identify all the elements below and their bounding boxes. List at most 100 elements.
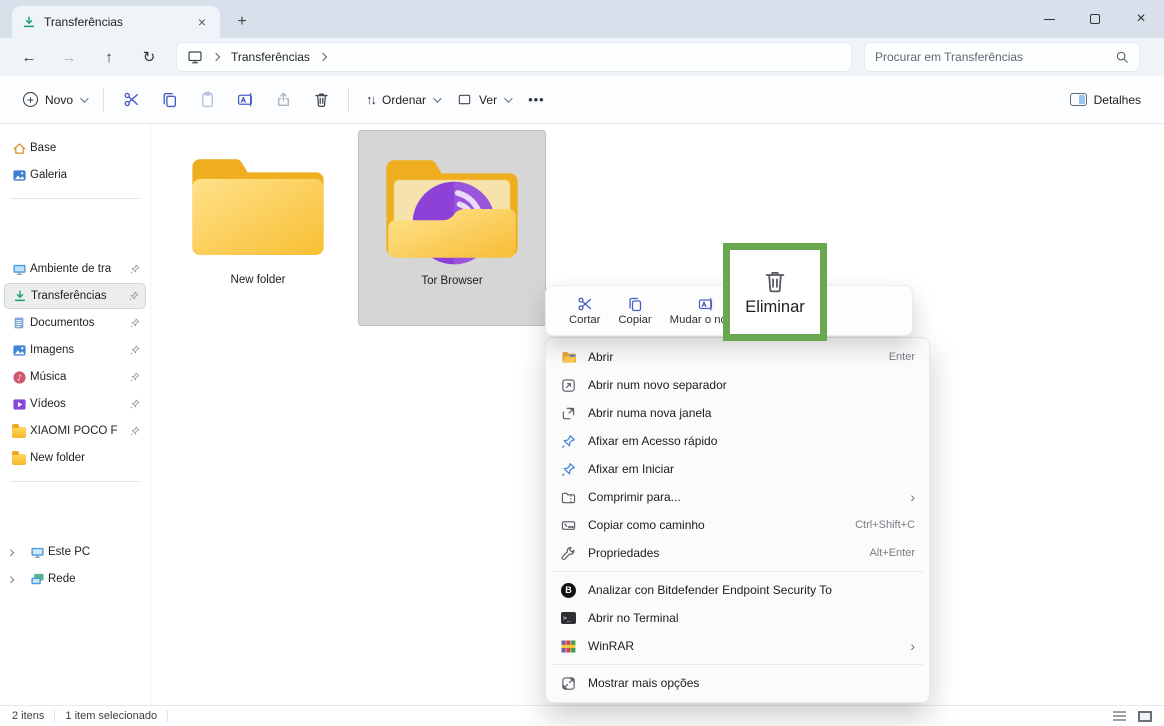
maximize-button[interactable] — [1072, 0, 1118, 38]
context-copy-button[interactable]: Copiar — [609, 293, 660, 329]
sidebar-item-label: Imagens — [30, 344, 128, 356]
close-button[interactable]: × — [1118, 0, 1164, 38]
rename-button[interactable] — [226, 82, 264, 118]
menu-item-afixar-acesso-rapido[interactable]: Afixar em Acesso rápido — [550, 427, 925, 455]
sidebar-item-este-pc[interactable]: Este PC — [22, 539, 146, 565]
sidebar-divider — [10, 481, 140, 482]
breadcrumb-segment[interactable]: Transferências — [231, 50, 310, 64]
menu-item-abrir-terminal[interactable]: >_ Abrir no Terminal — [550, 604, 925, 632]
tor-browser-folder-icon — [377, 147, 527, 269]
this-pc-icon — [29, 544, 45, 560]
context-menu: Abrir Enter Abrir num novo separador Abr… — [545, 337, 930, 703]
search-box[interactable] — [864, 42, 1140, 72]
file-name: New folder — [231, 274, 286, 286]
sidebar-item-musica[interactable]: ♪ Música — [4, 364, 146, 390]
forward-button[interactable]: → — [52, 42, 86, 72]
menu-item-abrir-novo-separador[interactable]: Abrir num novo separador — [550, 371, 925, 399]
sidebar-item-label: Documentos — [30, 317, 128, 329]
home-icon — [11, 140, 27, 156]
chevron-down-icon — [504, 94, 512, 102]
details-button-label: Detalhes — [1094, 93, 1141, 107]
navigation-bar: ← → ↑ ↻ Transferências — [0, 38, 1164, 76]
sidebar-item-label: Ambiente de tra — [30, 263, 128, 275]
menu-divider — [552, 664, 923, 665]
cut-icon — [577, 296, 593, 312]
pin-icon — [130, 399, 140, 409]
pictures-icon — [11, 342, 27, 358]
sort-button[interactable]: ↑↓ Ordenar — [357, 82, 448, 118]
file-tile-new-folder[interactable]: New folder — [164, 130, 352, 326]
menu-shortcut: Ctrl+Shift+C — [855, 519, 915, 531]
zip-folder-icon — [560, 490, 577, 505]
view-button[interactable]: Ver — [448, 82, 519, 118]
back-button[interactable]: ← — [12, 42, 46, 72]
sidebar-item-base[interactable]: Base — [4, 135, 146, 161]
sidebar-item-imagens[interactable]: Imagens — [4, 337, 146, 363]
sidebar-item-rede[interactable]: Rede — [22, 566, 146, 592]
close-icon: × — [1136, 10, 1145, 28]
maximize-icon — [1090, 14, 1100, 24]
sidebar-item-new-folder[interactable]: New folder — [4, 445, 146, 471]
submenu-chevron-icon: › — [910, 490, 915, 504]
search-input[interactable] — [875, 50, 1115, 64]
file-tile-tor-browser[interactable]: Tor Browser — [358, 130, 546, 326]
sidebar-item-label: Base — [30, 142, 140, 154]
delete-button[interactable] — [302, 82, 340, 118]
sidebar-item-videos[interactable]: Vídeos — [4, 391, 146, 417]
context-cut-button[interactable]: Cortar — [560, 293, 609, 329]
network-icon — [29, 571, 45, 587]
sidebar-item-desktop[interactable]: Ambiente de tra — [4, 256, 146, 282]
sidebar-item-documentos[interactable]: Documentos — [4, 310, 146, 336]
details-view-icon[interactable] — [1113, 711, 1126, 721]
sidebar-item-transferencias[interactable]: Transferências — [4, 283, 146, 309]
search-icon — [1115, 50, 1129, 64]
menu-item-copiar-como-caminho[interactable]: Copiar como caminho Ctrl+Shift+C — [550, 511, 925, 539]
copy-icon — [627, 296, 643, 312]
menu-item-mostrar-mais-opcoes[interactable]: Mostrar mais opções — [550, 669, 925, 697]
folder-icon — [11, 450, 27, 466]
menu-item-propriedades[interactable]: Propriedades Alt+Enter — [550, 539, 925, 567]
menu-item-winrar[interactable]: WinRAR › — [550, 632, 925, 660]
menu-item-bitdefender[interactable]: B Analizar con Bitdefender Endpoint Secu… — [550, 576, 925, 604]
command-toolbar: + Novo ↑↓ Ordenar Ver ••• Detalhes — [0, 76, 1164, 124]
new-button[interactable]: + Novo — [14, 82, 95, 118]
paste-button[interactable] — [188, 82, 226, 118]
chevron-down-icon — [80, 94, 88, 102]
details-pane-icon — [1070, 93, 1087, 106]
see-more-button[interactable]: ••• — [519, 82, 554, 118]
up-button[interactable]: ↑ — [92, 42, 126, 72]
thumbnail-view-icon[interactable] — [1138, 711, 1152, 722]
breadcrumb-chevron-icon[interactable] — [319, 53, 327, 61]
folder-icon — [11, 423, 27, 439]
show-more-options-icon — [560, 676, 577, 691]
chevron-right-icon[interactable] — [7, 576, 14, 583]
copy-icon — [161, 91, 178, 108]
details-button[interactable]: Detalhes — [1061, 82, 1150, 118]
menu-item-comprimir-para[interactable]: Comprimir para... › — [550, 483, 925, 511]
desktop-icon — [187, 49, 203, 65]
gallery-icon — [11, 167, 27, 183]
sidebar-item-galeria[interactable]: Galeria — [4, 162, 146, 188]
copy-button[interactable] — [150, 82, 188, 118]
chevron-right-icon[interactable] — [7, 549, 14, 556]
minimize-button[interactable] — [1026, 0, 1072, 38]
menu-item-abrir-nova-janela[interactable]: Abrir numa nova janela — [550, 399, 925, 427]
documents-icon — [11, 315, 27, 331]
menu-item-afixar-iniciar[interactable]: Afixar em Iniciar — [550, 455, 925, 483]
cut-button[interactable] — [112, 82, 150, 118]
new-tab-button[interactable]: + — [228, 8, 256, 36]
view-icon — [457, 92, 472, 107]
annotation-box-eliminar[interactable]: Eliminar — [723, 243, 827, 341]
menu-item-abrir[interactable]: Abrir Enter — [550, 343, 925, 371]
music-icon: ♪ — [11, 369, 27, 385]
toolbar-divider — [348, 88, 349, 112]
sort-button-label: Ordenar — [382, 93, 426, 107]
address-bar[interactable]: Transferências — [176, 42, 852, 72]
sidebar-item-xiaomi-poco[interactable]: XIAOMI POCO F — [4, 418, 146, 444]
delete-icon — [762, 268, 788, 294]
menu-shortcut: Alt+Enter — [869, 547, 915, 559]
tab-close-icon[interactable]: × — [192, 12, 212, 32]
refresh-button[interactable]: ↻ — [132, 42, 166, 72]
explorer-tab[interactable]: Transferências × — [12, 6, 220, 38]
share-button[interactable] — [264, 82, 302, 118]
